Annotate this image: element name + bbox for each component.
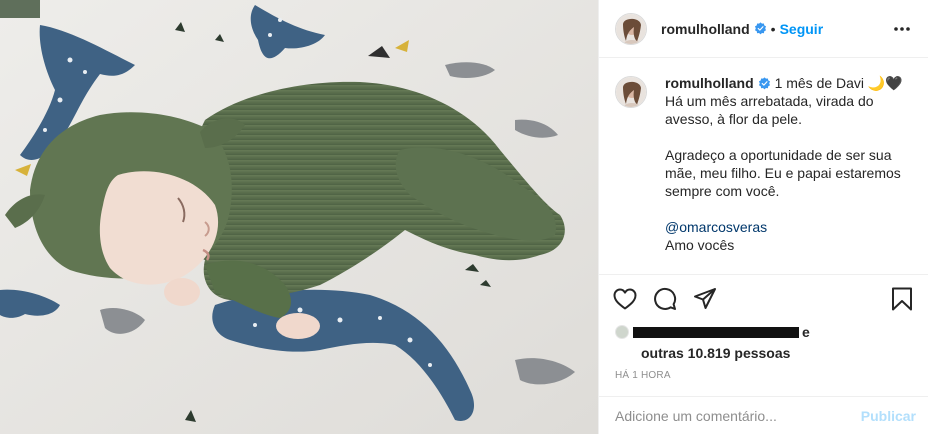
likes-summary: e outras 10.819 pessoas [599,323,928,367]
post-photo[interactable] [0,0,598,434]
add-comment-bar: Publicar [599,396,928,434]
caption-username[interactable]: romulholland [665,75,754,91]
like-button[interactable] [611,285,639,313]
author-avatar[interactable] [615,12,647,45]
comment-button[interactable] [651,285,679,313]
comment-input[interactable] [615,407,861,424]
caption-mention-link[interactable]: @omarcosveras [665,219,767,235]
post-side-panel: romulholland • Seguir romulholland 1 mês… [598,0,928,434]
avatar-image [616,13,646,44]
share-paper-plane-icon [694,288,716,309]
heart-icon [613,288,637,310]
liker-avatar[interactable] [615,325,629,339]
caption-author-avatar[interactable] [615,76,647,108]
separator-dot: • [770,20,776,37]
share-button[interactable] [691,285,719,313]
more-options-button[interactable] [890,17,914,41]
post-caption: romulholland 1 mês de Davi 🌙🖤 Há um mês … [599,58,928,275]
instagram-post: romulholland • Seguir romulholland 1 mês… [0,0,928,434]
sleeping-baby-image [0,0,598,434]
verified-badge-icon [758,77,770,90]
follow-button[interactable]: Seguir [780,21,824,37]
likes-conjunction: e [802,324,810,340]
caption-text: romulholland 1 mês de Davi 🌙🖤 Há um mês … [665,74,912,274]
caption-paragraph-1: Há um mês arrebatada, virada do avesso, … [665,93,874,127]
caption-closing: Amo vocês [665,237,735,253]
avatar-image [616,77,646,107]
comment-bubble-icon [654,287,677,310]
more-horizontal-icon [894,26,910,31]
verified-badge-icon [754,22,766,35]
likes-count-link[interactable]: outras 10.819 pessoas [641,345,912,361]
author-username[interactable]: romulholland [661,21,750,37]
save-button[interactable] [888,285,916,313]
redacted-liker-name [633,326,799,338]
publish-button[interactable]: Publicar [861,408,916,424]
post-timestamp[interactable]: HÁ 1 HORA [599,369,928,393]
post-header: romulholland • Seguir [599,0,928,58]
bookmark-icon [892,287,912,311]
post-actions [599,275,928,323]
caption-title: 1 mês de Davi 🌙🖤 [774,75,903,91]
caption-paragraph-2: Agradeço a oportunidade de ser sua mãe, … [665,147,901,199]
